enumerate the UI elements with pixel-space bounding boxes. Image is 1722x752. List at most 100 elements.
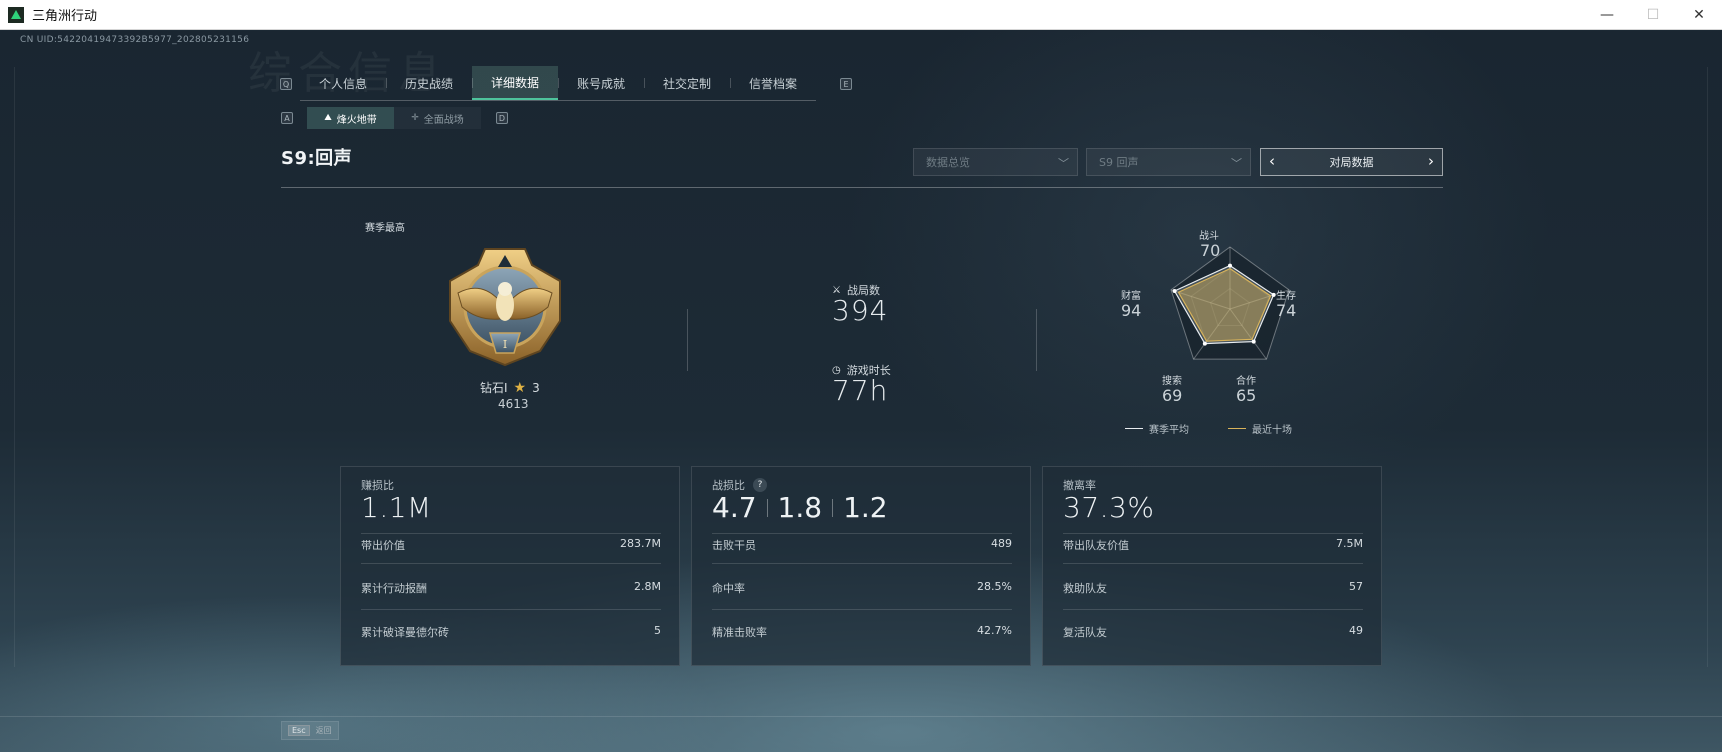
- row-value: 42.7%: [977, 624, 1012, 637]
- card-divider: [361, 563, 661, 564]
- window-titlebar: 三角洲行动 — ☐ ✕: [0, 0, 1722, 30]
- edge-line-left: [14, 67, 15, 667]
- card-divider: [712, 533, 1012, 534]
- rank-stars: 3: [532, 380, 540, 395]
- tab-personal-info[interactable]: 个人信息: [300, 66, 386, 100]
- row-value: 7.5M: [1336, 537, 1363, 550]
- match-data-selector[interactable]: ‹ 对局数据 ›: [1260, 148, 1443, 176]
- tab-reputation[interactable]: 信誉档案: [730, 66, 816, 100]
- rank-name: 钻石I ★ 3: [480, 379, 540, 396]
- uid-text: CN UID:54220419473392B5977_202805231156: [20, 35, 250, 45]
- row-label: 累计行动报酬: [361, 582, 427, 595]
- key-hint-q: Q: [280, 78, 292, 90]
- minimize-button[interactable]: —: [1584, 0, 1630, 30]
- extraction-card: 撤离率 37.3% 带出队友价值 7.5M 救助队友 57 复活队友 49: [1042, 466, 1382, 666]
- radar-point: [1228, 263, 1232, 268]
- legend-season-avg: 赛季平均: [1125, 421, 1189, 436]
- separator: [766, 498, 768, 517]
- radar-label-survival: 生存: [1276, 291, 1296, 302]
- row-label: 累计破译曼德尔砖: [361, 626, 449, 639]
- legend-label: 赛季平均: [1149, 425, 1189, 436]
- back-label: 返回: [315, 726, 332, 735]
- season-dropdown[interactable]: S9 回声 ﹀: [1086, 148, 1251, 176]
- radar-value-combat: 70: [1200, 241, 1221, 260]
- edge-line-right: [1707, 67, 1708, 667]
- radar-value-cooperation: 65: [1236, 386, 1257, 405]
- card-divider: [712, 563, 1012, 564]
- chevron-left-icon[interactable]: ‹: [1269, 152, 1275, 170]
- season-best-label: 赛季最高: [365, 223, 405, 234]
- radar-point: [1251, 339, 1256, 344]
- row-value: 49: [1349, 624, 1363, 637]
- radar-value-search: 69: [1162, 386, 1183, 405]
- card-row: 带出价值 283.7M: [361, 537, 661, 553]
- separator: [832, 498, 834, 517]
- radar-value-wealth: 94: [1121, 301, 1142, 320]
- card-row: 带出队友价值 7.5M: [1063, 537, 1363, 553]
- tab-social[interactable]: 社交定制: [644, 66, 730, 100]
- card-row: 复活队友 49: [1063, 624, 1363, 640]
- radar-label-combat: 战斗: [1199, 231, 1219, 242]
- chevron-down-icon: ﹀: [1231, 157, 1242, 170]
- crosshair-icon: ✛: [411, 113, 419, 123]
- radar-label-cooperation: 合作: [1236, 376, 1256, 387]
- radar-label-search: 搜索: [1162, 376, 1182, 387]
- tab-mode-hazard-zone[interactable]: ⛰ 烽火地带: [307, 107, 394, 129]
- kd-card: 战损比 ? 4.7 1.8 1.2 击败干员 489 命中率 28.5% 精准击…: [691, 466, 1031, 666]
- card-divider: [1063, 533, 1363, 534]
- legend-line: [1228, 428, 1246, 429]
- legend-recent-ten: 最近十场: [1228, 421, 1292, 436]
- kd-values: 4.7 1.8 1.2: [712, 491, 888, 524]
- overview-dropdown[interactable]: 数据总览 ﹀: [913, 148, 1078, 176]
- season-title: S9:回声: [281, 148, 353, 169]
- chevron-down-icon: ﹀: [1058, 157, 1069, 170]
- key-hint-e: E: [840, 78, 852, 90]
- tab-mode-label: 全面战场: [423, 114, 464, 126]
- kd-value-secondary: 1.8: [777, 491, 823, 524]
- row-label: 复活队友: [1063, 626, 1107, 639]
- card-divider: [1063, 609, 1363, 610]
- row-value: 283.7M: [620, 537, 661, 550]
- card-row: 精准击败率 42.7%: [712, 624, 1012, 640]
- key-hint-a: A: [281, 112, 293, 124]
- row-value: 5: [654, 624, 661, 637]
- row-value: 489: [991, 537, 1012, 550]
- row-value: 2.8M: [634, 580, 661, 593]
- kd-value-tertiary: 1.2: [843, 491, 888, 524]
- esc-key-icon: Esc: [288, 725, 310, 736]
- divider: [687, 309, 688, 371]
- dropdown-value: 数据总览: [926, 156, 970, 169]
- maximize-button[interactable]: ☐: [1630, 0, 1676, 30]
- card-divider: [361, 533, 661, 534]
- radar-label-wealth: 财富: [1121, 291, 1141, 302]
- legend-label: 最近十场: [1252, 425, 1292, 436]
- back-button[interactable]: Esc 返回: [281, 721, 339, 740]
- row-label: 精准击败率: [712, 626, 767, 639]
- card-divider: [361, 609, 661, 610]
- svg-text:I: I: [503, 338, 507, 351]
- tab-history[interactable]: 历史战绩: [386, 66, 472, 100]
- card-row: 救助队友 57: [1063, 580, 1363, 596]
- close-button[interactable]: ✕: [1676, 0, 1722, 30]
- chevron-right-icon[interactable]: ›: [1428, 152, 1434, 170]
- mode-tabs: ⛰ 烽火地带 ✛ 全面战场: [307, 107, 481, 129]
- row-label: 击败干员: [712, 539, 756, 552]
- tab-achievements[interactable]: 账号成就: [558, 66, 644, 100]
- help-icon[interactable]: ?: [753, 478, 767, 492]
- tab-detailed-data[interactable]: 详细数据: [472, 66, 558, 100]
- card-divider: [712, 609, 1012, 610]
- rank-score: 4613: [498, 397, 529, 411]
- tab-mode-label: 烽火地带: [336, 114, 377, 126]
- card-row: 累计行动报酬 2.8M: [361, 580, 661, 596]
- rank-tier: 钻石I: [480, 381, 508, 395]
- row-value: 28.5%: [977, 580, 1012, 593]
- profit-ratio-value: 1.1M: [361, 491, 432, 524]
- game-viewport: CN UID:54220419473392B5977_202805231156 …: [0, 31, 1722, 752]
- match-data-label: 对局数据: [1329, 156, 1374, 169]
- tab-mode-warfare[interactable]: ✛ 全面战场: [394, 107, 481, 129]
- star-icon: ★: [513, 379, 527, 396]
- window-title: 三角洲行动: [32, 9, 98, 24]
- extraction-rate-value: 37.3%: [1063, 491, 1155, 524]
- key-hint-d: D: [496, 112, 508, 124]
- matches-value: 394: [832, 294, 889, 327]
